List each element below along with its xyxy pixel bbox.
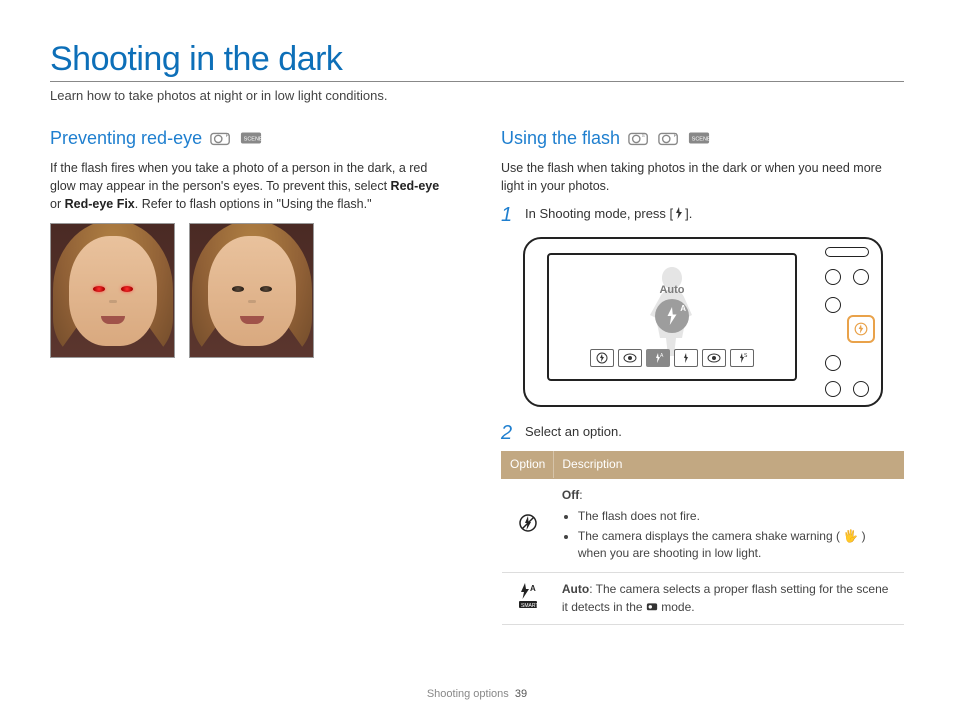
option-auto-title: Auto — [562, 582, 589, 596]
table-row: Off: The flash does not fire. The camera… — [502, 478, 904, 573]
red-eye-photo-after — [189, 223, 314, 358]
flash-off-icon — [518, 522, 538, 536]
flash-option-redeye-fix-icon — [702, 349, 726, 367]
red-eye-photo-before — [50, 223, 175, 358]
svg-text:S: S — [642, 133, 645, 138]
flash-option-redeye-icon — [618, 349, 642, 367]
flash-button-highlight — [847, 315, 875, 343]
screen-auto-label: Auto — [659, 283, 684, 299]
step-1-number: 1 — [501, 205, 515, 225]
flash-option-slow-icon: S — [730, 349, 754, 367]
svg-text:SCENE: SCENE — [692, 137, 710, 143]
camera-p-mode-icon: P — [658, 130, 680, 146]
flash-option-auto-icon: A — [646, 349, 670, 367]
table-row: ASMART Auto: The camera selects a proper… — [502, 573, 904, 625]
left-column: Preventing red-eye P SCENE If the flash … — [50, 125, 453, 625]
flash-auto-badge-icon: A — [655, 299, 689, 333]
preventing-red-eye-heading: Preventing red-eye — [50, 125, 202, 151]
using-the-flash-intro: Use the flash when taking photos in the … — [501, 159, 904, 195]
camera-smart-mode-icon: S — [628, 130, 650, 146]
option-off-title: Off — [562, 488, 579, 502]
svg-text:A: A — [660, 353, 664, 359]
flash-auto-smart-icon: ASMART — [517, 598, 539, 612]
svg-text:P: P — [674, 133, 678, 139]
option-off-bullet: The camera displays the camera shake war… — [578, 528, 896, 563]
camera-back-diagram: Auto A A S — [523, 233, 893, 413]
camera-p-mode-icon: P — [210, 130, 232, 146]
camera-power-switch-icon — [825, 247, 869, 257]
page-footer: Shooting options 39 — [0, 688, 954, 700]
page-subtitle: Learn how to take photos at night or in … — [50, 88, 904, 103]
flash-button-icon — [673, 207, 685, 219]
svg-text:A: A — [530, 584, 536, 593]
option-off-bullet: The flash does not fire. — [578, 508, 896, 525]
svg-text:S: S — [744, 353, 748, 359]
table-header-description: Description — [554, 452, 904, 478]
flash-option-strip: A S — [590, 349, 754, 367]
flash-option-fill-icon — [674, 349, 698, 367]
step-1-text: In Shooting mode, press []. — [525, 205, 904, 224]
scene-mode-icon: SCENE — [688, 130, 710, 146]
smart-mode-inline-icon — [646, 600, 658, 612]
svg-text:SMART: SMART — [521, 603, 538, 609]
using-the-flash-heading: Using the flash — [501, 125, 620, 151]
svg-text:P: P — [226, 133, 230, 139]
svg-text:SCENE: SCENE — [244, 137, 262, 143]
flash-option-off-icon — [590, 349, 614, 367]
step-2-number: 2 — [501, 423, 515, 443]
scene-mode-icon: SCENE — [240, 130, 262, 146]
right-column: Using the flash S P SCENE Use the flash … — [501, 125, 904, 625]
table-header-option: Option — [502, 452, 554, 478]
page-title: Shooting in the dark — [50, 40, 904, 82]
flash-options-table: Option Description Off: The flash does n… — [501, 451, 904, 625]
step-2-text: Select an option. — [525, 423, 904, 442]
preventing-red-eye-body: If the flash fires when you take a photo… — [50, 159, 453, 213]
